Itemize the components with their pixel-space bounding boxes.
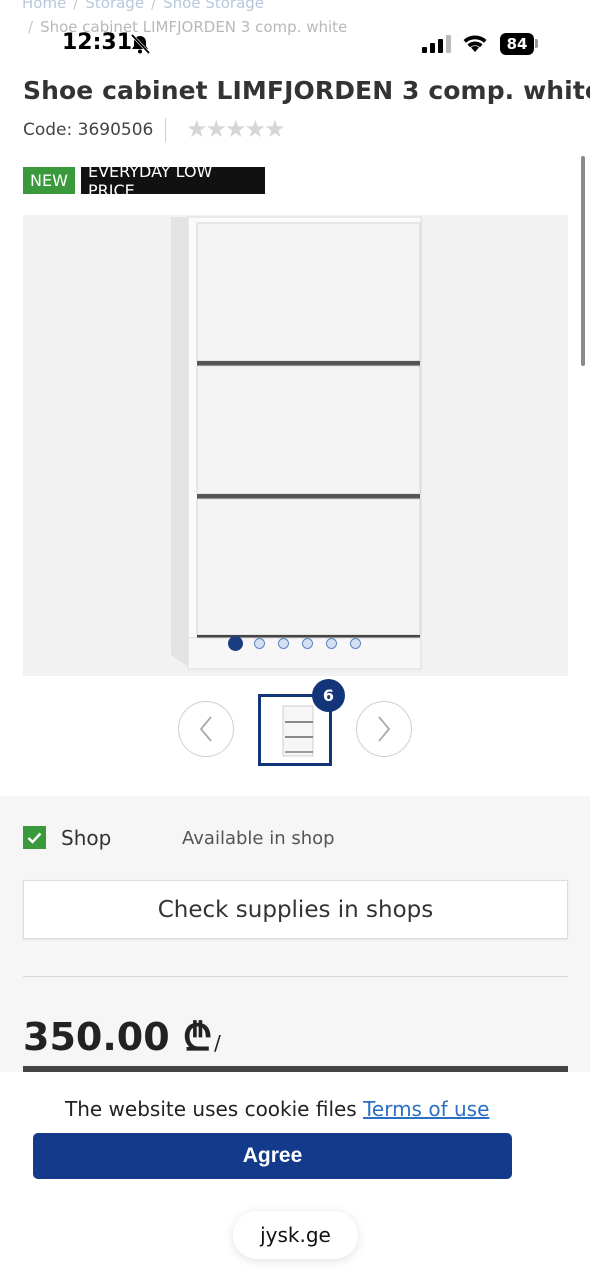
- breadcrumb-shoe-storage[interactable]: Shoe Storage: [163, 0, 264, 12]
- page-scrollbar[interactable]: [581, 156, 585, 366]
- battery-tip: [535, 39, 538, 48]
- product-image-gallery[interactable]: [23, 215, 568, 676]
- gallery-dot-5[interactable]: [326, 638, 337, 649]
- gallery-dot-4[interactable]: [302, 638, 313, 649]
- wifi-icon: [463, 35, 487, 52]
- image-count-badge: 6: [312, 679, 345, 712]
- shop-label: Shop: [61, 826, 112, 850]
- code-divider: [165, 118, 166, 142]
- status-time: 12:31: [62, 30, 133, 55]
- everyday-low-price-badge: EVERYDAY LOW PRICE: [81, 162, 265, 200]
- cookie-message: The website uses cookie files Terms of u…: [65, 1097, 489, 1121]
- agree-button[interactable]: Agree: [33, 1133, 512, 1179]
- cookie-text: The website uses cookie files: [65, 1097, 364, 1121]
- gallery-dot-2[interactable]: [254, 638, 265, 649]
- breadcrumb-home[interactable]: Home: [22, 0, 66, 12]
- product-price: 350.00 ₾ /: [23, 1010, 221, 1062]
- terms-of-use-link[interactable]: Terms of use: [363, 1097, 489, 1121]
- breadcrumb-storage[interactable]: Storage: [85, 0, 144, 12]
- browser-url-pill[interactable]: jysk.ge: [233, 1211, 358, 1259]
- bell-slash-icon: [130, 33, 151, 55]
- breadcrumb: Home / Storage / Shoe Storage: [22, 0, 264, 12]
- battery-indicator: 84: [500, 33, 534, 55]
- check-supplies-button[interactable]: Check supplies in shops: [23, 880, 568, 939]
- gallery-dot-6[interactable]: [350, 638, 361, 649]
- product-title: Shoe cabinet LIMFJORDEN 3 comp. white: [23, 76, 590, 105]
- gallery-dot-3[interactable]: [278, 638, 289, 649]
- cellular-signal-icon: [422, 35, 451, 53]
- price-value: 350.00 ₾: [23, 1015, 213, 1059]
- gallery-prev-button[interactable]: [178, 701, 234, 757]
- shop-availability-status: Available in shop: [182, 828, 335, 849]
- checkmark-icon: [27, 832, 42, 844]
- chevron-right-icon: [378, 716, 391, 742]
- new-badge: NEW: [23, 167, 75, 194]
- product-code: Code: 3690506: [23, 120, 154, 140]
- shop-checkbox[interactable]: [23, 826, 46, 849]
- rating-stars[interactable]: ★★★★★: [186, 115, 286, 143]
- gallery-next-button[interactable]: [356, 701, 412, 757]
- chevron-left-icon: [199, 716, 212, 742]
- shoe-cabinet-image: [171, 216, 422, 670]
- section-divider: [23, 976, 568, 977]
- price-unit-suffix: /: [214, 1031, 221, 1055]
- gallery-dot-1[interactable]: [228, 636, 243, 651]
